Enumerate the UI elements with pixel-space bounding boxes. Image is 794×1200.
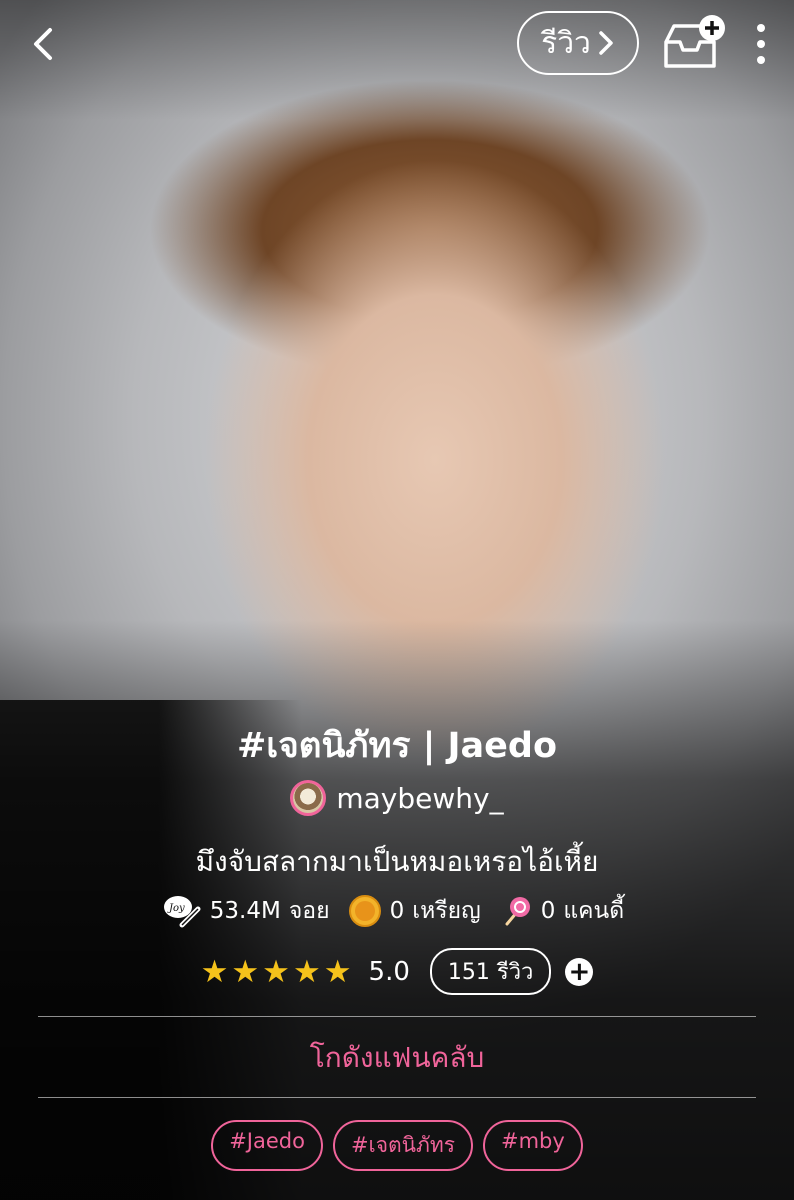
coin-icon <box>348 895 381 927</box>
author-name[interactable]: maybewhy_ <box>336 782 503 815</box>
reads-value: 53.4M <box>209 898 281 924</box>
candy-value: 0 <box>540 898 556 924</box>
add-review-icon[interactable]: + <box>565 957 594 986</box>
stats-row: Joy 53.4M จอย 0 เหรียญ 0 แคนดี้ <box>0 893 794 929</box>
lollipop-icon <box>505 897 530 926</box>
review-count-button[interactable]: 151 รีวิว <box>429 948 552 995</box>
story-title: #เจตนิภัทร | Jaedo <box>236 726 558 766</box>
reads-unit: จอย <box>288 898 330 924</box>
tag-list: #Jaedo #เจตนิภัทร #mby <box>0 1120 794 1171</box>
review-button[interactable]: รีวิว <box>517 11 639 75</box>
star-rating: ★★★★★ <box>200 953 355 990</box>
fanclub-link[interactable]: โกดังแฟนคลับ <box>0 1036 794 1080</box>
author-row[interactable]: maybewhy_ <box>0 780 794 816</box>
joy-pen-icon: Joy <box>163 896 201 928</box>
chevron-right-icon <box>599 31 613 55</box>
coins-value: 0 <box>389 898 405 924</box>
divider <box>38 1097 756 1098</box>
rating-score: 5.0 <box>368 956 410 987</box>
candy-unit: แคนดี้ <box>563 898 625 924</box>
top-bar: รีวิว <box>0 0 794 90</box>
divider <box>38 1016 756 1017</box>
coins-stat: 0 เหรียญ <box>348 893 481 929</box>
inbox-add-icon[interactable] <box>660 14 730 72</box>
svg-text:Joy: Joy <box>167 903 185 914</box>
rating-row: ★★★★★ 5.0 151 รีวิว + <box>0 948 794 995</box>
more-vertical-icon[interactable] <box>746 20 776 70</box>
chevron-left-icon[interactable] <box>26 24 62 64</box>
author-avatar[interactable] <box>290 780 327 816</box>
tag-chip[interactable]: #mby <box>483 1120 583 1171</box>
candy-stat: 0 แคนดี้ <box>499 893 625 929</box>
tag-chip[interactable]: #Jaedo <box>211 1120 323 1171</box>
tag-chip[interactable]: #เจตนิภัทร <box>332 1120 473 1171</box>
reads-stat: Joy 53.4M จอย <box>162 893 330 929</box>
review-button-label: รีวิว <box>541 25 591 61</box>
cover-gradient-overlay <box>0 0 794 1200</box>
coins-unit: เหรียญ <box>412 898 481 924</box>
story-description: มึงจับสลากมาเป็นหมอเหรอไอ้เหี้ย <box>195 845 599 878</box>
